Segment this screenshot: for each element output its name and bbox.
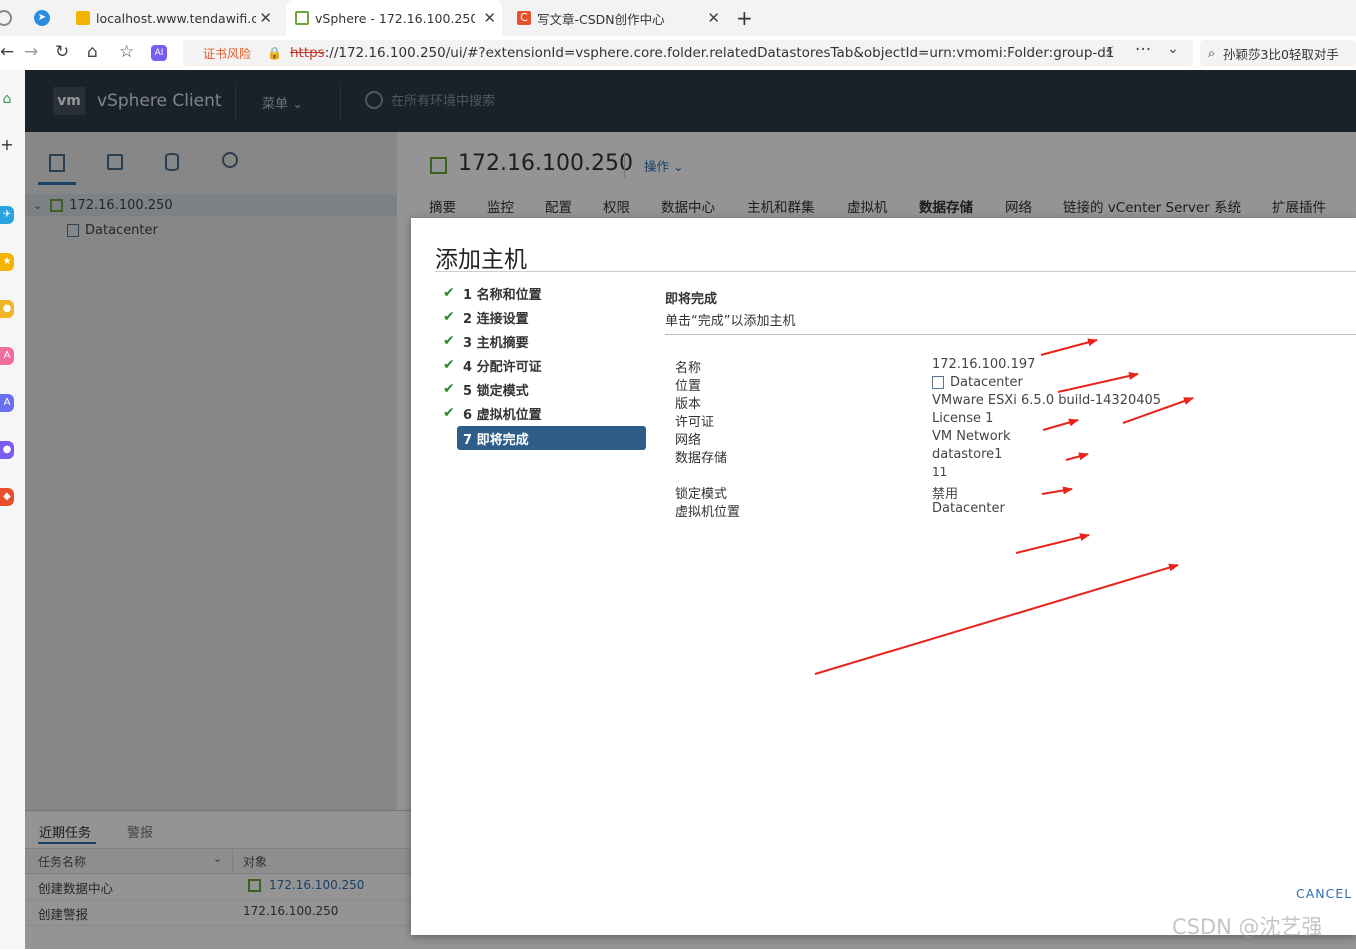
wizard-step-5[interactable]: ✔ 5 锁定模式 xyxy=(443,379,529,399)
summary-value-network: VM Network xyxy=(932,429,1011,444)
tenda-favicon-icon xyxy=(76,11,90,25)
check-icon: ✔ xyxy=(443,357,455,373)
section-description: 单击“完成”以添加主机 xyxy=(665,314,796,329)
step-label: 5 锁定模式 xyxy=(463,383,529,399)
step-label: 7 即将完成 xyxy=(463,432,529,448)
summary-value-lockdown: 禁用 xyxy=(932,487,959,502)
wizard-step-2[interactable]: ✔ 2 连接设置 xyxy=(443,307,529,327)
summary-value-license: License 1 xyxy=(932,411,994,426)
browser-tab-bar: ➤ localhost.www.tendawifi.com ✕ vSphere … xyxy=(0,0,1356,36)
summary-label-vm-location: 虚拟机位置 xyxy=(675,505,741,520)
back-icon[interactable]: ← xyxy=(0,42,14,62)
star-rail-icon[interactable]: ★ xyxy=(0,253,14,271)
ai-rail-icon[interactable]: A xyxy=(0,347,14,365)
favorites-icon[interactable]: ☆ xyxy=(119,42,134,62)
telegram-icon: ➤ xyxy=(34,10,50,26)
browser-side-rail: ⌂ + ✈ ★ ● A A ● ◆ xyxy=(0,70,26,949)
summary-value-version: VMware ESXi 6.5.0 build-14320405 xyxy=(932,393,1162,408)
chevron-down-icon[interactable]: ⌄ xyxy=(1167,41,1179,57)
close-icon[interactable]: ✕ xyxy=(259,9,272,27)
assistant-rail-icon[interactable]: ● xyxy=(0,441,14,459)
summary-label-name: 名称 xyxy=(675,361,702,376)
check-icon: ✔ xyxy=(443,285,455,301)
location-text: Datacenter xyxy=(950,375,1023,390)
url-bar[interactable]: 证书风险 🔒 https://172.16.100.250/ui/#?exten… xyxy=(183,40,1193,66)
check-icon: ✔ xyxy=(443,381,455,397)
tab-tendawifi[interactable]: localhost.www.tendawifi.com ✕ xyxy=(68,0,278,36)
summary-label-lockdown: 锁定模式 xyxy=(675,487,728,502)
summary-label-license: 许可证 xyxy=(675,415,715,430)
tab-title: 写文章-CSDN创作中心 xyxy=(537,11,665,27)
cert-warning[interactable]: 证书风险 xyxy=(203,45,251,62)
check-icon: ✔ xyxy=(443,333,455,349)
forward-icon[interactable]: → xyxy=(24,42,38,62)
section-title: 即将完成 xyxy=(665,292,718,307)
step-label: 3 主机摘要 xyxy=(463,335,529,351)
close-icon[interactable]: ✕ xyxy=(483,9,496,27)
home-icon[interactable]: ⌂ xyxy=(87,42,98,62)
ai2-rail-icon[interactable]: A xyxy=(0,394,14,412)
game-rail-icon[interactable]: ◆ xyxy=(0,488,14,506)
profile-icon[interactable] xyxy=(0,0,22,36)
search-icon: ⌕ xyxy=(1208,45,1216,60)
address-row: ← → ↻ ⌂ ☆ AI 证书风险 🔒 https://172.16.100.2… xyxy=(0,36,1356,71)
url-scheme: https xyxy=(289,45,325,61)
reload-icon[interactable]: ↻ xyxy=(55,42,69,62)
step-label: 2 连接设置 xyxy=(463,311,529,327)
summary-label-version: 版本 xyxy=(675,397,702,412)
dialog-title: 添加主机 xyxy=(435,247,527,273)
summary-value-location: Datacenter xyxy=(932,375,1023,390)
tab-title: vSphere - 172.16.100.250 - xyxy=(315,10,475,26)
summary-value-datastore: datastore1 xyxy=(932,447,1003,462)
wizard-step-4[interactable]: ✔ 4 分配许可证 xyxy=(443,355,542,375)
summary-label-network: 网络 xyxy=(675,433,702,448)
lock-warning-icon: 🔒 xyxy=(267,46,282,60)
add-rail-icon[interactable]: + xyxy=(0,136,14,154)
tab-telegram[interactable]: ➤ xyxy=(28,0,56,36)
url-text: ://172.16.100.250/ui/#?extensionId=vsphe… xyxy=(324,45,1115,61)
lightning-icon[interactable]: ⚡ xyxy=(1104,43,1115,61)
wizard-step-1[interactable]: ✔ 1 名称和位置 xyxy=(443,283,542,303)
wizard-step-6[interactable]: ✔ 6 虚拟机位置 xyxy=(443,403,542,423)
summary-label-datastore: 数据存储 xyxy=(675,451,728,466)
step-label: 4 分配许可证 xyxy=(463,359,542,375)
wizard-step-7-active[interactable]: 7 即将完成 xyxy=(457,426,646,450)
more-icon[interactable]: ··· xyxy=(1135,40,1151,60)
tab-csdn[interactable]: C 写文章-CSDN创作中心 ✕ xyxy=(508,0,726,36)
summary-value-name: 172.16.100.197 xyxy=(932,357,1036,372)
watermark: CSDN @沈艺强 xyxy=(1172,915,1323,939)
step-label: 6 虚拟机位置 xyxy=(463,407,542,423)
check-icon: ✔ xyxy=(443,405,455,421)
summary-label-location: 位置 xyxy=(675,379,702,394)
tab-vsphere[interactable]: vSphere - 172.16.100.250 - ✕ xyxy=(286,0,502,36)
new-tab-button[interactable]: + xyxy=(736,0,760,36)
summary-value-extra: 11 xyxy=(932,465,948,479)
tab-title: localhost.www.tendawifi.com xyxy=(96,10,256,26)
wizard-step-3[interactable]: ✔ 3 主机摘要 xyxy=(443,331,529,351)
vsphere-favicon-icon xyxy=(295,11,309,25)
cancel-button[interactable]: CANCEL xyxy=(1296,886,1352,901)
browser-search-box[interactable]: ⌕ 孙颖莎3比0轻取对手 xyxy=(1200,40,1356,66)
close-icon[interactable]: ✕ xyxy=(707,9,720,27)
summary-value-vm-location: Datacenter xyxy=(932,501,1005,516)
ai-icon[interactable]: AI xyxy=(151,45,167,61)
check-icon: ✔ xyxy=(443,309,455,325)
csdn-favicon-icon: C xyxy=(517,11,531,25)
add-host-dialog: 添加主机 ✔ 1 名称和位置 ✔ 2 连接设置 ✔ 3 主机摘要 ✔ 4 分配许可证 ✔… xyxy=(411,218,1356,935)
step-label: 1 名称和位置 xyxy=(463,287,542,303)
datacenter-icon xyxy=(932,376,944,389)
bot-rail-icon[interactable]: ● xyxy=(0,300,14,318)
home-rail-icon[interactable]: ⌂ xyxy=(0,90,14,108)
search-text: 孙颖莎3比0轻取对手 xyxy=(1223,46,1339,62)
app-rail-icon[interactable]: ✈ xyxy=(0,206,14,224)
